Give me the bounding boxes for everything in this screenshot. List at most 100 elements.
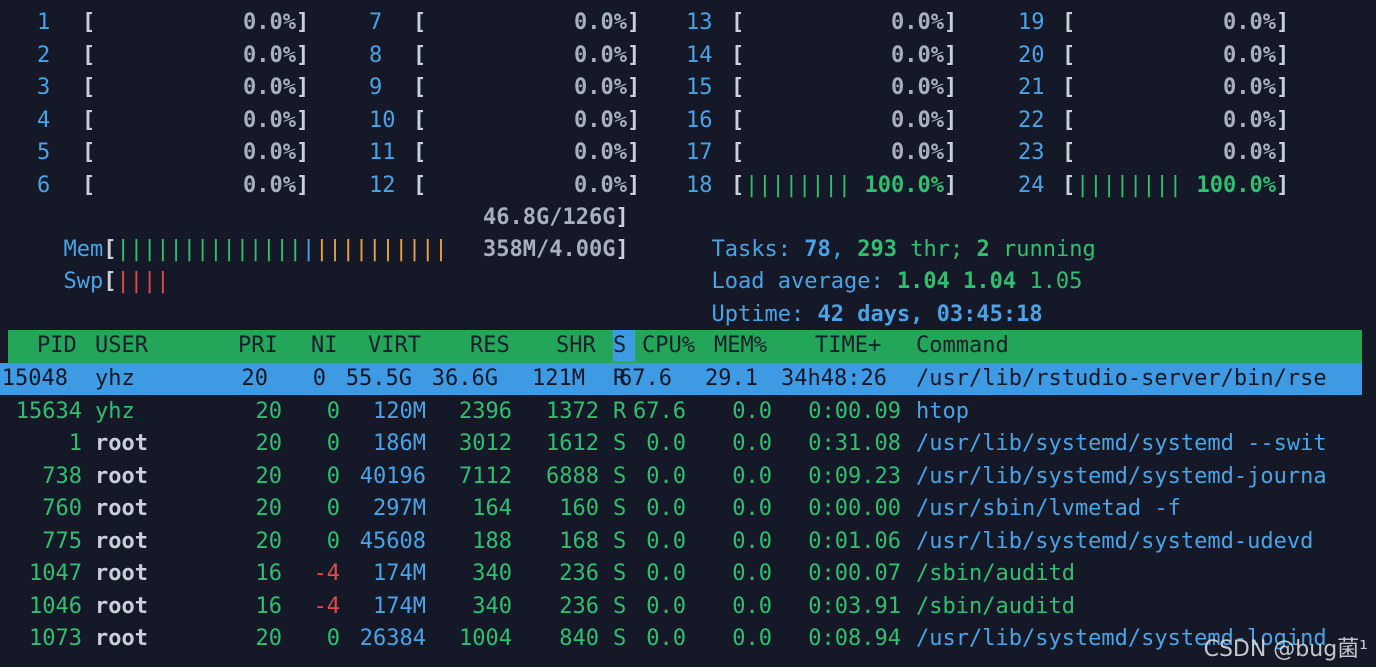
cpu-23-bracket-open: [ [1062,140,1076,165]
process-row[interactable]: 738 root 20 0 40196 7112 6888 S 0.0 0.0 0:09.23/us… [0,461,1376,493]
uptime-value: 42 days, 03:45:18 [817,302,1043,327]
cpu-18-bracket-open: [ [731,172,745,198]
cpu-11-bracket-close: ] [627,140,641,165]
process-ni: 0 [326,626,340,651]
process-pid: 15634 [15,398,82,424]
process-command: /usr/lib/rstudio-server/bin/rse [916,366,1327,391]
cpu-1-bracket-open: [ [82,10,96,35]
process-row[interactable]: 1073 root 20 0 26384 1004 840 S 0.0 0.0 0:08.94/us… [0,623,1376,655]
process-row[interactable]: 1046 root 16 -4 174M 340 236 S 0.0 0.0 0:03.91/sbi… [0,591,1376,623]
process-s: S [613,561,627,586]
process-s: S [613,593,627,619]
cpu-7-percent: 0.0% [574,10,627,35]
cpu-22-bracket-close: ] [1276,107,1290,133]
process-shr: 236 [559,561,599,586]
process-shr: 121M [532,366,585,391]
col-ni[interactable]: NI [311,330,338,362]
cpu-2-bracket-open: [ [82,42,96,68]
cpu-12-label: 12 [369,172,396,198]
process-row[interactable]: 15634 yhz 20 0 120M 2396 1372 R 67.6 0.0 0:00.09 ht… [0,396,1376,428]
col-pid[interactable]: PID [37,330,77,362]
process-user: root [95,496,148,521]
cpu-21-bracket-close: ] [1276,75,1290,100]
process-shr: 168 [559,528,599,554]
cpu-1-label: 1 [37,10,51,35]
cpu-12-bracket-open: [ [413,172,427,198]
process-s: S [613,626,627,651]
cpu-23-label: 23 [1018,140,1045,165]
cpu-19-label: 19 [1018,10,1045,35]
process-time: 0:00.07 [808,561,901,586]
cpu-10-label: 10 [369,107,396,133]
process-ni: 0 [312,366,326,391]
cpu-14-label: 14 [686,42,713,68]
process-ni: -4 [313,561,341,586]
process-res: 7112 [459,463,512,489]
cpu-10-bracket-close: ] [627,107,641,133]
process-s: S [613,496,627,521]
cpu-15-bracket-close: ] [944,75,958,100]
cpu-19-percent: 0.0% [1223,10,1276,35]
process-ni: 0 [326,431,340,456]
process-pid: 1047 [29,561,82,586]
cpu-23-percent: 0.0% [1223,140,1276,165]
cpu-11-label: 11 [369,140,396,165]
col-command[interactable]: Command [916,330,1009,362]
swp-label: Swp [63,269,104,294]
process-pid: 738 [42,463,82,489]
process-pid: 1073 [29,626,82,651]
cpu-15-bracket-open: [ [731,75,745,100]
process-user: root [95,626,148,651]
process-virt: 120M [373,398,426,424]
process-row[interactable]: 1047 root 16 -4 174M 340 236 S 0.0 0.0 0:00.07/sbi… [0,558,1376,590]
cpu-15-label: 15 [686,75,713,100]
cpu-18-label: 18 [686,172,713,198]
cpu-3-percent: 0.0% [243,75,296,100]
cpu-14-bracket-close: ] [944,42,958,68]
cpu-20-percent: 0.0% [1223,42,1276,68]
process-command: /sbin/auditd [916,561,1075,586]
process-row[interactable]: 1 root 20 0 186M 3012 1612 S 0.0 0.0 0:31.08/usr/l… [0,428,1376,460]
process-row[interactable]: 15048 yhz 20 0 55.5G 36.6G 121M R 67.6 29.1 34h48:… [0,363,1362,395]
process-ni: 0 [326,463,340,489]
cpu-9-bracket-open: [ [413,75,427,100]
col-time[interactable]: TIME+ [815,330,881,362]
col-state[interactable]: S [613,330,635,362]
process-mem: 0.0 [732,398,772,424]
process-cpu: 0.0 [646,463,686,489]
cpu-1-bracket-close: ] [296,10,310,35]
process-row[interactable]: 760 root 20 0 297M 164 160 S 0.0 0.0 0:00.00/usr/s… [0,493,1376,525]
col-cpu[interactable]: CPU% [642,330,695,362]
cpu-4-bracket-close: ] [296,107,310,133]
cpu-18-bracket-close: ] [944,172,958,198]
col-pri[interactable]: PRI [238,330,278,362]
process-res: 2396 [459,398,512,424]
col-user[interactable]: USER [95,330,148,362]
process-ni: -4 [313,593,341,619]
process-mem: 0.0 [732,593,772,619]
cpu-22-bracket-open: [ [1062,107,1076,133]
cpu-21-label: 21 [1018,75,1045,100]
process-res: 36.6G [431,366,498,391]
col-mem[interactable]: MEM% [714,330,767,362]
col-virt[interactable]: VIRT [368,330,421,362]
process-time: 0:08.94 [808,626,901,651]
cpu-8-label: 8 [369,42,383,68]
process-table-header: PID USER PRI NI VIRT RES SHR S CPU% MEM%… [8,330,1362,363]
load-average-line: Load average: 1.04 1.04 1.05 [711,269,1083,294]
process-mem: 0.0 [732,561,772,586]
col-res[interactable]: RES [470,330,510,362]
cpu-3-bracket-close: ] [296,75,310,100]
cpu-5-bracket-close: ] [296,140,310,165]
process-pid: 1 [68,431,82,456]
process-row[interactable]: 775 root 20 0 45608 188 168 S 0.0 0.0 0:01.06/usr/… [0,526,1376,558]
process-pri: 20 [255,496,283,521]
process-pri: 20 [255,398,283,424]
col-shr[interactable]: SHR [556,330,596,362]
cpu-2-percent: 0.0% [243,42,296,68]
process-shr: 6888 [546,463,599,489]
cpu-24-bar: |||||||| [1076,172,1182,198]
process-ni: 0 [326,496,340,521]
cpu-16-label: 16 [686,107,713,133]
cpu-11-bracket-open: [ [413,140,427,165]
